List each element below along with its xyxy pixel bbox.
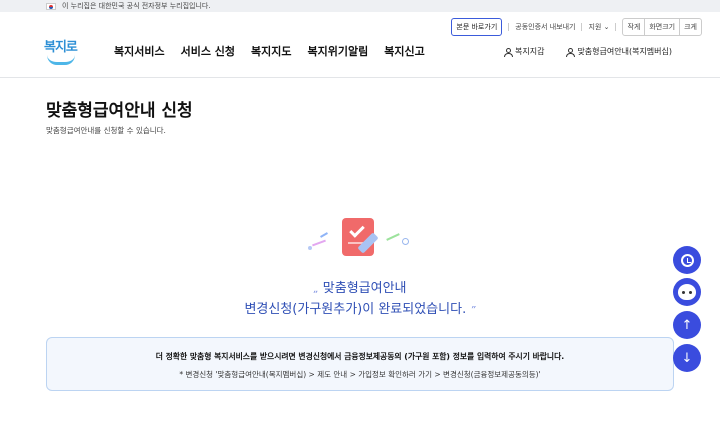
certificate-export-link[interactable]: 공동인증서 내보내기	[515, 22, 575, 32]
notice-box: 더 정확한 맞춤형 복지서비스를 받으시려면 변경신청에서 금융정보제공동의 (…	[46, 337, 674, 391]
gov-banner: 이 누리집은 대한민국 공식 전자정부 누리집입니다.	[0, 0, 720, 12]
site-logo[interactable]: 복지로	[44, 36, 80, 66]
support-label: 지원	[588, 23, 602, 31]
close-quote: ”	[470, 305, 476, 316]
nav-item-welfare-report[interactable]: 복지신고	[384, 43, 424, 59]
korea-flag-icon	[46, 2, 56, 10]
history-icon	[680, 253, 694, 267]
arrow-down-icon: ↓	[681, 350, 693, 366]
scroll-bottom-button[interactable]: ↓	[673, 344, 701, 372]
skip-to-content-link[interactable]: 본문 바로가기	[451, 18, 503, 36]
completion-message-line2: 변경신청(가구원추가)이 완료되었습니다. ”	[0, 299, 720, 321]
chevron-down-icon: ⌄	[603, 23, 610, 31]
open-quote: „	[313, 284, 319, 295]
person-icon	[503, 47, 513, 57]
logo-smile-icon	[47, 55, 75, 65]
membership-label: 맞춤형급여안내(복지멤버십)	[577, 47, 672, 56]
person-add-icon	[566, 47, 576, 57]
divider	[615, 23, 617, 31]
divider	[581, 23, 583, 31]
scroll-top-button[interactable]: ↑	[673, 311, 701, 339]
font-small-button[interactable]: 작게	[623, 19, 646, 35]
completion-text: 변경신청(가구원추가)이 완료되었습니다.	[244, 302, 467, 317]
nav-item-service-apply[interactable]: 서비스 신청	[181, 43, 235, 59]
decoration-line	[386, 233, 400, 241]
chatbot-button[interactable]	[673, 278, 701, 306]
notice-main-text: 더 정확한 맞춤형 복지서비스를 받으시려면 변경신청에서 금융정보제공동의 (…	[155, 352, 565, 361]
decoration-line	[312, 239, 326, 247]
completion-illustration	[300, 212, 420, 262]
logo-text: 복지로	[44, 40, 78, 55]
header-user-menu: 복지지갑 맞춤형급여안내(복지멤버십)	[503, 46, 672, 57]
divider	[508, 23, 510, 31]
notice-sub-text: * 변경신청 '맞춤형급여안내(복지멤버십) > 제도 안내 > 가입정보 확인…	[179, 370, 541, 379]
arrow-up-icon: ↑	[681, 317, 693, 333]
membership-link[interactable]: 맞춤형급여안내(복지멤버십)	[566, 46, 672, 57]
nav-item-crisis-alert[interactable]: 복지위기알림	[308, 43, 369, 59]
header-divider	[0, 77, 720, 78]
nav-item-welfare-map[interactable]: 복지지도	[251, 43, 291, 59]
decoration-circle	[402, 238, 409, 245]
utility-bar: 본문 바로가기 공동인증서 내보내기 지원 ⌄ 작게 화면크기 크게	[451, 18, 702, 36]
chatbot-mascot-icon	[678, 284, 696, 300]
font-large-button[interactable]: 크게	[680, 19, 701, 35]
decoration-line	[320, 232, 328, 238]
welfare-wallet-label: 복지지갑	[514, 47, 545, 56]
font-size-label: 화면크기	[645, 19, 681, 35]
welfare-wallet-link[interactable]: 복지지갑	[503, 46, 545, 57]
decoration-dot	[308, 246, 312, 250]
page-description: 맞춤형급여안내를 신청할 수 있습니다.	[46, 126, 166, 135]
main-navigation: 복지서비스 서비스 신청 복지지도 복지위기알림 복지신고	[114, 43, 425, 59]
page-title: 맞춤형급여안내 신청	[46, 101, 193, 121]
gov-banner-text: 이 누리집은 대한민국 공식 전자정부 누리집입니다.	[62, 2, 211, 10]
nav-item-welfare-services[interactable]: 복지서비스	[114, 43, 165, 59]
completion-message-line1: „ 맞춤형급여안내	[0, 278, 720, 300]
font-size-controls: 작게 화면크기 크게	[622, 18, 702, 36]
recent-history-button[interactable]	[673, 246, 701, 274]
support-dropdown[interactable]: 지원 ⌄	[588, 22, 609, 32]
completion-title: 맞춤형급여안내	[322, 281, 407, 296]
